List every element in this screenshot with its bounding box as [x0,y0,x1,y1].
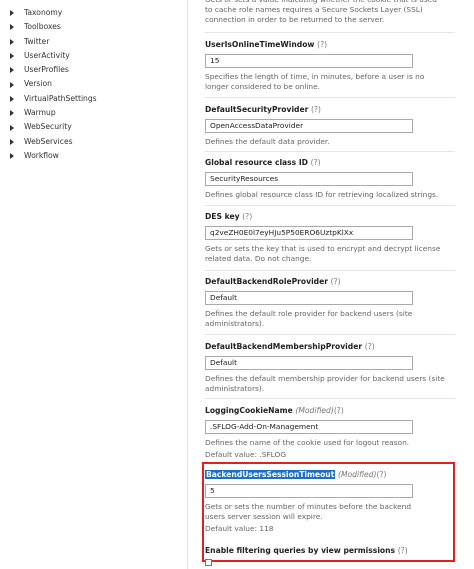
sidebar: Taxonomy Toolboxes Twitter UserActivity … [0,0,188,569]
setting-description: Defines the default role provider for ba… [205,309,413,328]
sidebar-item-webservices[interactable]: WebServices [10,135,97,149]
setting-description: Defines the name of the cookie used for … [205,438,410,447]
setting-global-resource-class: Global resource class ID (?) SecurityRes… [205,158,455,200]
des-key-input[interactable]: q2veZH0E0l7eyHJu5P50ERO6UztpKlXx [205,226,413,240]
modified-tag: (Modified) [295,406,334,415]
default-security-provider-input[interactable]: OpenAccessDataProvider [205,119,413,133]
caret-right-icon[interactable] [10,95,14,102]
sidebar-item-useractivity[interactable]: UserActivity [10,49,97,63]
setting-label: Enable filtering queries by view permiss… [205,546,408,555]
caret-right-icon[interactable] [10,138,14,145]
sidebar-item-label: UserProfiles [24,65,69,75]
sidebar-item-virtualpathsettings[interactable]: VirtualPathSettings [10,92,97,106]
user-online-window-input[interactable]: 15 [205,54,413,68]
backend-role-provider-input[interactable]: Default [205,291,413,305]
logging-cookie-name-input[interactable]: .SFLOG-Add-On-Management [205,420,413,434]
sidebar-item-label: Taxonomy [24,8,63,17]
help-link[interactable]: (?) [398,546,408,555]
setting-description: Specifies the length of time, in minutes… [205,72,425,91]
help-link[interactable]: (?) [365,342,375,351]
sidebar-item-taxonomy[interactable]: Taxonomy [10,6,97,20]
setting-description: Gets or sets a value indicating whether … [205,0,437,24]
setting-backend-role-provider: DefaultBackendRoleProvider (?) Default D… [205,277,455,329]
divider [205,334,455,335]
setting-label: LoggingCookieName (Modified)(?) [205,406,344,415]
setting-des-key: DES key (?) q2veZH0E0l7eyHJu5P50ERO6Uztp… [205,212,455,264]
sidebar-item-toolboxes[interactable]: Toolboxes [10,20,97,34]
setting-default-security-provider: DefaultSecurityProvider (?) OpenAccessDa… [205,105,455,147]
setting-label: UserIsOnlineTimeWindow (?) [205,40,328,49]
caret-right-icon[interactable] [10,110,14,117]
enable-filtering-checkbox[interactable] [205,559,212,566]
setting-description: Defines the default data provider. [205,137,330,146]
caret-right-icon[interactable] [10,67,14,74]
help-link[interactable]: (?) [242,212,252,221]
ssl-cookie-setting: Gets or sets a value indicating whether … [205,0,455,25]
help-link[interactable]: (?) [317,40,327,49]
sidebar-item-label: WebServices [24,136,73,146]
help-link[interactable]: (?) [311,158,321,167]
caret-right-icon[interactable] [10,81,14,88]
help-link[interactable]: (?) [331,277,341,286]
divider [205,151,455,152]
setting-description: Defines the default membership provider … [205,374,445,393]
caret-right-icon[interactable] [10,124,14,131]
setting-backend-membership-provider: DefaultBackendMembershipProvider (?) Def… [205,342,455,394]
setting-description: Defines global resource class ID for ret… [205,190,439,199]
divider [205,398,455,399]
setting-description: Gets or sets the key that is used to enc… [205,244,441,263]
sidebar-item-twitter[interactable]: Twitter [10,35,97,49]
setting-label: DES key (?) [205,212,253,221]
caret-right-icon[interactable] [10,38,14,45]
default-value: Default value: .SFLOG [205,450,287,459]
sidebar-item-label: Version [24,79,52,89]
sidebar-item-label: Toolboxes [24,22,61,32]
backend-membership-provider-input[interactable]: Default [205,356,413,370]
sidebar-item-userprofiles[interactable]: UserProfiles [10,63,97,77]
setting-user-online-window: UserIsOnlineTimeWindow (?) 15 Specifies … [205,40,455,92]
setting-label: Global resource class ID (?) [205,158,321,167]
divider [205,32,455,33]
help-link[interactable]: (?) [334,406,344,415]
divider [205,205,455,206]
caret-right-icon[interactable] [10,53,14,60]
sidebar-item-label: Warmup [24,108,56,118]
setting-enable-filtering: Enable filtering queries by view permiss… [205,546,455,566]
sidebar-item-warmup[interactable]: Warmup [10,106,97,120]
setting-label: DefaultSecurityProvider (?) [205,105,322,114]
setting-label: DefaultBackendRoleProvider (?) [205,277,341,286]
caret-right-icon[interactable] [10,10,14,17]
divider [205,270,455,271]
sidebar-item-workflow[interactable]: Workflow [10,149,97,163]
caret-right-icon[interactable] [10,24,14,31]
sidebar-item-version[interactable]: Version [10,77,97,91]
caret-right-icon[interactable] [10,153,14,160]
sidebar-tree: Taxonomy Toolboxes Twitter UserActivity … [10,6,97,163]
sidebar-item-label: VirtualPathSettings [24,93,97,103]
sidebar-item-label: WebSecurity [24,122,72,132]
setting-logging-cookie-name: LoggingCookieName (Modified)(?) .SFLOG-A… [205,406,455,460]
sidebar-item-label: Workflow [24,150,59,160]
sidebar-item-label: UserActivity [24,50,70,60]
setting-label: DefaultBackendMembershipProvider (?) [205,342,375,351]
divider [205,97,455,98]
sidebar-item-websecurity[interactable]: WebSecurity [10,120,97,134]
help-link[interactable]: (?) [311,105,321,114]
global-resource-class-input[interactable]: SecurityResources [205,172,413,186]
sidebar-item-label: Twitter [24,36,50,46]
